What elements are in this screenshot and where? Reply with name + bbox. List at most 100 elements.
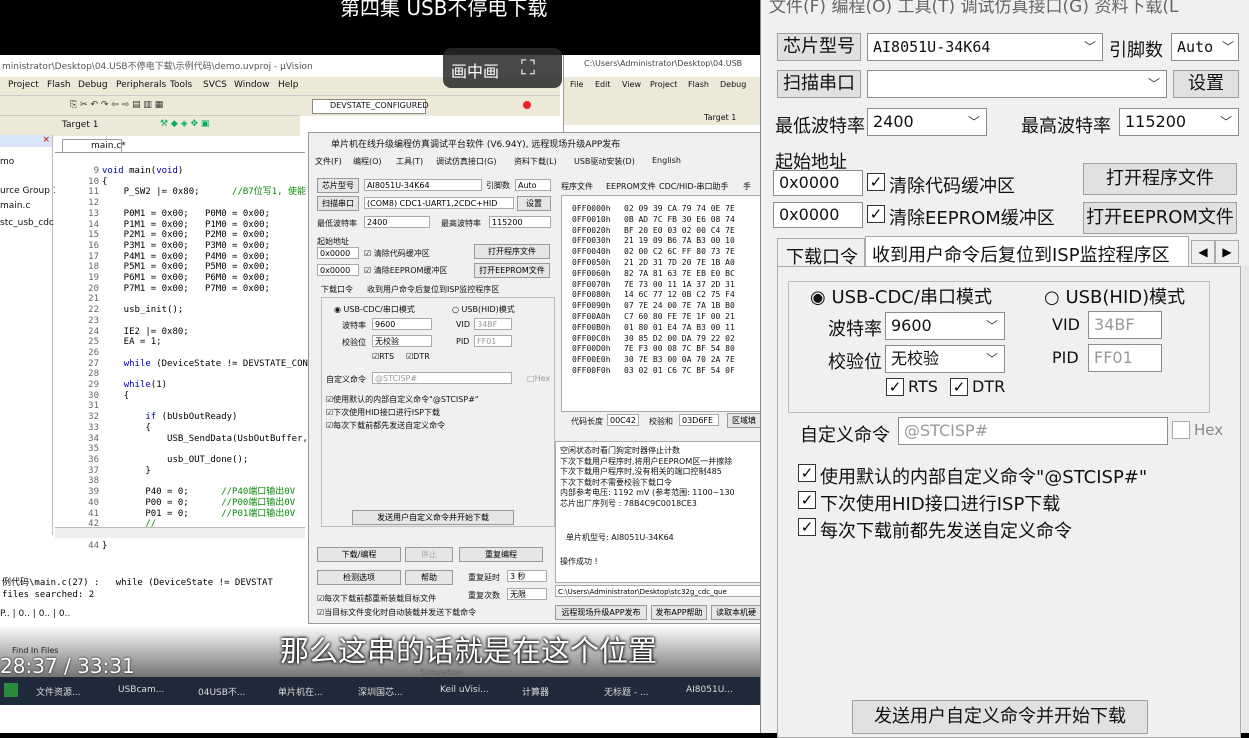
menu-file[interactable]: File xyxy=(570,80,583,89)
menu-flash[interactable]: Flash xyxy=(688,80,709,89)
opt3-checkbox[interactable]: ✓ xyxy=(798,518,816,536)
hex-view[interactable]: 0FF0000h 0FF0010h 0FF0020h 0FF0030h 0FF0… xyxy=(561,195,760,412)
menu-english[interactable]: English xyxy=(652,156,681,165)
menu-project[interactable]: Project xyxy=(8,80,39,90)
open-eeprom-button[interactable]: 打开EEPROM文件 xyxy=(474,263,550,278)
taskbar-item[interactable]: 单片机在... xyxy=(278,685,323,698)
tab-recv-reset[interactable]: 收到用户命令后复位到ISP监控程序区 xyxy=(865,236,1189,268)
clear-eeprom-checkbox[interactable]: ☑ 清除EEPROM缓冲区 xyxy=(364,265,447,276)
tab-download-cmd[interactable]: 下载口令 xyxy=(777,238,865,268)
breakpoint-icon[interactable] xyxy=(523,101,531,109)
min-baud-select[interactable]: 2400 ﹀ xyxy=(867,108,987,136)
clear-code-checkbox[interactable]: ✓ xyxy=(867,173,885,191)
hex-checkbox[interactable]: □Hex xyxy=(527,374,550,383)
rts-checkbox[interactable]: ✓ xyxy=(886,378,904,396)
tree-item[interactable]: urce Group 1 xyxy=(0,186,59,196)
tab-scroll-right[interactable]: ▶ xyxy=(1215,240,1239,264)
pins-select[interactable]: Auto xyxy=(515,179,551,191)
usb-hid-radio[interactable]: ○ USB(HID)模式 xyxy=(452,304,515,315)
open-eeprom-button[interactable]: 打开EEPROM文件 xyxy=(1083,202,1237,234)
menu-debug-interface[interactable]: 调试仿真接口(G) xyxy=(436,156,496,167)
tab-scroll-left[interactable]: ◀ xyxy=(1191,240,1215,264)
taskbar-item[interactable]: Keil uVisi... xyxy=(440,685,489,695)
send-custom-download-button[interactable]: 发送用户自定义命令并开始下载 xyxy=(852,700,1148,734)
pins-select[interactable]: Auto ﹀ xyxy=(1171,33,1239,61)
custom-cmd-input[interactable]: @STCISP# xyxy=(372,372,512,384)
menu-flash[interactable]: Flash xyxy=(47,80,71,90)
menu-program[interactable]: 编程(O) xyxy=(353,156,382,167)
menu-tools[interactable]: 工具(T) xyxy=(396,156,423,167)
usb-hid-radio[interactable]: ○ USB(HID)模式 xyxy=(1044,283,1185,309)
top-menu-fragment[interactable]: 文件(F) 编程(O) 工具(T) 调试仿真接口(G) 资料下载(L xyxy=(769,0,1179,17)
tab-recv-reset[interactable]: 收到用户命令后复位到ISP监控程序区 xyxy=(367,284,499,295)
tree-item[interactable]: main.c xyxy=(0,201,30,211)
menu-debug[interactable]: Debug xyxy=(720,80,746,89)
toolbar-icons[interactable]: ⎘ ✂ ↶ ↷ ⇦ ⇨ ▤ ▥ ▦ xyxy=(70,100,163,110)
send-custom-button[interactable]: 发送用户自定义命令并开始下载 xyxy=(352,510,514,525)
rts-checkbox[interactable]: ☑RTS xyxy=(372,352,394,361)
port-select[interactable]: (COM8) CDC1-UART1,2CDC+HID xyxy=(364,197,514,209)
max-baud-select[interactable]: 115200 xyxy=(489,216,551,228)
baud-select[interactable]: 9600 xyxy=(372,318,432,330)
taskbar-item[interactable]: 计算器 xyxy=(522,685,549,698)
menu-tools[interactable]: Tools xyxy=(170,80,192,90)
taskbar-item[interactable]: 深圳国芯... xyxy=(358,685,403,698)
settings-button[interactable]: 设置 xyxy=(1173,70,1239,98)
settings-button[interactable]: 设置 xyxy=(517,196,551,211)
scan-port-button[interactable]: 扫描串口 xyxy=(777,70,861,98)
dtr-checkbox[interactable]: ✓ xyxy=(950,378,968,396)
right-scrollbar[interactable] xyxy=(1242,266,1249,733)
opt1-checkbox[interactable]: ✓ xyxy=(798,464,816,482)
parity-select[interactable]: 无校验 xyxy=(372,335,432,347)
custom-cmd-input[interactable]: @STCISP# xyxy=(898,417,1168,445)
vid-input[interactable]: 34BF xyxy=(1088,311,1162,339)
pid-input[interactable]: FF01 xyxy=(1088,344,1162,372)
stop-button[interactable]: 停止 xyxy=(405,547,453,562)
vid-input[interactable]: 34BF xyxy=(474,318,512,330)
menu-view[interactable]: View xyxy=(622,80,641,89)
clear-eeprom-checkbox[interactable]: ✓ xyxy=(867,205,885,223)
publish-help-button[interactable]: 发布APP帮助 xyxy=(651,605,707,620)
menu-downloads[interactable]: 资料下载(L) xyxy=(514,156,557,167)
dtr-checkbox[interactable]: ☑DTR xyxy=(406,352,430,361)
pip-button[interactable]: 画中画 ⛶ xyxy=(443,48,562,88)
repeat-program-button[interactable]: 重复编程 xyxy=(459,547,543,562)
max-baud-select[interactable]: 115200 ﹀ xyxy=(1119,108,1239,136)
menu-window[interactable]: Window xyxy=(234,80,270,90)
taskbar-item[interactable]: 04USB不... xyxy=(198,685,246,698)
chip-model-button[interactable]: 芯片型号 xyxy=(777,33,861,61)
target-label[interactable]: Target 1 xyxy=(62,120,98,130)
editor-tab[interactable]: main.c* xyxy=(62,139,126,153)
hex-checkbox[interactable] xyxy=(1172,421,1190,439)
port-select[interactable]: ﹀ xyxy=(867,70,1167,98)
baud-select[interactable]: 9600 ﹀ xyxy=(885,312,1005,340)
menu-debug[interactable]: Debug xyxy=(78,80,108,90)
tab-more[interactable]: 手 xyxy=(743,181,751,192)
code-editor[interactable]: 9 10 11 12 13 14 15 16 17 18 19 20 21 22… xyxy=(55,152,313,551)
chip-model-select[interactable]: AI8051U-34K64 ﹀ xyxy=(867,33,1103,61)
auto-reload-checkbox[interactable]: ☑当目标文件变化时自动装载并发送下载命令 xyxy=(317,607,476,618)
read-hw-button[interactable]: 读取本机硬 xyxy=(711,605,760,620)
menu-edit[interactable]: Edit xyxy=(595,80,611,89)
taskbar-item[interactable]: AI8051U... xyxy=(686,685,733,695)
opt1-checkbox[interactable]: ☑使用默认的内部自定义命令"@STCISP#" xyxy=(326,394,479,405)
open-program-button[interactable]: 打开程序文件 xyxy=(1083,163,1237,195)
check-options-button[interactable]: 检测选项 xyxy=(317,570,401,585)
addr1-input[interactable]: 0x0000 xyxy=(773,170,863,196)
close-icon[interactable]: × xyxy=(42,135,50,145)
menu-file[interactable]: 文件(F) xyxy=(315,156,342,167)
second-target[interactable]: Target 1 xyxy=(704,113,736,122)
region-fill-button[interactable]: 区域填 xyxy=(727,413,760,428)
taskbar-item[interactable]: 文件资源... xyxy=(36,685,81,698)
tree-item[interactable]: stc_usb_cdc xyxy=(0,218,54,228)
pid-input[interactable]: FF01 xyxy=(474,335,512,347)
menu-usb-driver[interactable]: USB驱动安装(D) xyxy=(574,156,635,167)
taskbar-item[interactable]: 无标题 - ... xyxy=(604,685,649,698)
tab-program-file[interactable]: 程序文件 xyxy=(561,181,593,192)
clear-code-checkbox[interactable]: ☑ 清除代码缓冲区 xyxy=(364,248,430,259)
tab-serial-helper[interactable]: CDC/HID-串口助手 xyxy=(659,181,728,192)
addr2-input[interactable]: 0x0000 xyxy=(317,264,359,276)
remote-upgrade-button[interactable]: 远程现场升级APP发布 xyxy=(555,605,647,620)
addr2-input[interactable]: 0x0000 xyxy=(773,202,863,228)
parity-select[interactable]: 无校验 ﹀ xyxy=(885,345,1005,373)
